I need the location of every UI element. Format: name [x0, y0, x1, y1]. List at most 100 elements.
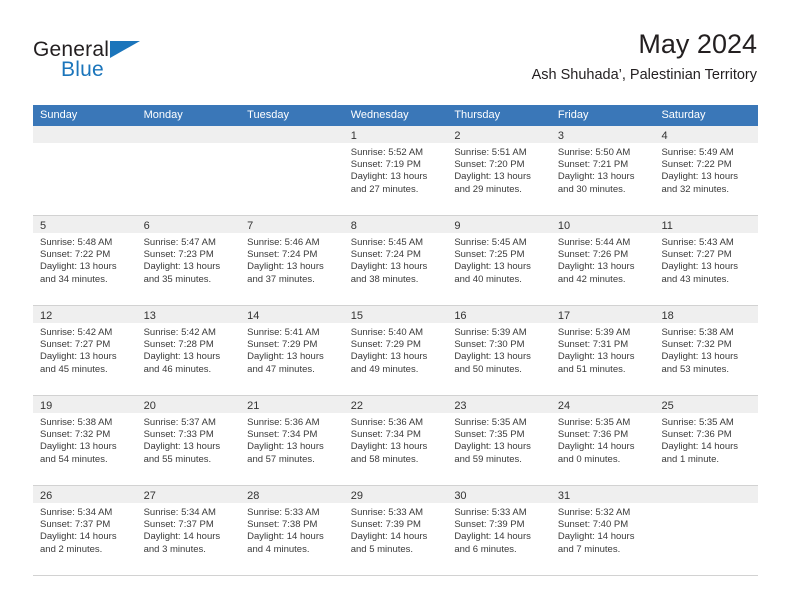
sunrise-text: Sunrise: 5:35 AM [661, 417, 734, 428]
daylight-text-line1: Daylight: 13 hours [350, 261, 428, 273]
day-details: Sunrise: 5:49 AM Sunset: 7:22 PM Daylight:… [654, 143, 758, 196]
day-cell[interactable]: 4 Sunrise: 5:49 AM Sunset: 7:22 PM Daylight… [654, 126, 759, 215]
daylight-text-line2: and 40 minutes. [454, 273, 522, 285]
sunrise-text: Sunrise: 5:44 AM [557, 237, 631, 248]
day-details: Sunrise: 5:38 AM Sunset: 7:32 PM Daylight:… [33, 413, 137, 466]
daylight-text-line2: and 42 minutes. [557, 273, 626, 285]
day-details: Sunrise: 5:36 AM Sunset: 7:34 PM Daylight:… [240, 413, 344, 466]
day-cell[interactable]: 9 Sunrise: 5:45 AM Sunset: 7:25 PM Daylight… [447, 216, 551, 305]
day-cell[interactable]: 3 Sunrise: 5:50 AM Sunset: 7:21 PM Daylight… [550, 126, 655, 215]
day-cell[interactable]: 19 Sunrise: 5:38 AM Sunset: 7:32 PM Dayligh… [33, 396, 137, 485]
sunset-text: Sunset: 7:36 PM [661, 429, 732, 441]
day-number: 11 [661, 220, 673, 232]
daylight-text-line2: and 6 minutes. [454, 543, 517, 555]
sunset-text: Sunset: 7:37 PM [40, 519, 111, 531]
day-cell[interactable]: 29 Sunrise: 5:33 AM Sunset: 7:39 PM Dayligh… [343, 486, 448, 575]
day-number-band: 28 [240, 486, 344, 503]
day-cell[interactable]: 5 Sunrise: 5:48 AM Sunset: 7:22 PM Daylight… [33, 216, 137, 305]
day-cell[interactable]: 22 Sunrise: 5:36 AM Sunset: 7:34 PM Dayligh… [343, 396, 448, 485]
day-number-band: 12 [33, 306, 137, 323]
daylight-text-line2: and 43 minutes. [661, 273, 730, 285]
day-cell[interactable]: 13 Sunrise: 5:42 AM Sunset: 7:28 PM Dayligh… [136, 306, 241, 395]
day-details: Sunrise: 5:46 AM Sunset: 7:24 PM Daylight:… [240, 233, 344, 286]
sunrise-text: Sunrise: 5:48 AM [40, 237, 113, 248]
day-cell-empty [33, 126, 137, 215]
day-cell[interactable]: 31 Sunrise: 5:32 AM Sunset: 7:40 PM Dayligh… [550, 486, 655, 575]
sunset-text: Sunset: 7:21 PM [557, 159, 629, 171]
day-cell[interactable]: 28 Sunrise: 5:33 AM Sunset: 7:38 PM Dayligh… [240, 486, 344, 575]
day-details: Sunrise: 5:33 AM Sunset: 7:38 PM Daylight:… [240, 503, 344, 556]
sunrise-text: Sunrise: 5:42 AM [40, 327, 113, 338]
day-cell[interactable]: 16 Sunrise: 5:39 AM Sunset: 7:30 PM Dayligh… [447, 306, 551, 395]
day-cell[interactable]: 23 Sunrise: 5:35 AM Sunset: 7:35 PM Dayligh… [447, 396, 551, 485]
day-cell[interactable]: 26 Sunrise: 5:34 AM Sunset: 7:37 PM Dayligh… [33, 486, 137, 575]
weekday-header-tuesday: Tuesday [247, 109, 289, 121]
sunrise-text: Sunrise: 5:39 AM [557, 327, 631, 338]
day-cell[interactable]: 1 Sunrise: 5:52 AM Sunset: 7:19 PM Daylight… [343, 126, 448, 215]
day-details: Sunrise: 5:33 AM Sunset: 7:39 PM Daylight:… [344, 503, 448, 556]
day-cell-empty [240, 126, 344, 215]
day-details: Sunrise: 5:39 AM Sunset: 7:31 PM Daylight:… [551, 323, 655, 376]
day-cell[interactable]: 7 Sunrise: 5:46 AM Sunset: 7:24 PM Daylight… [240, 216, 344, 305]
sunrise-text: Sunrise: 5:34 AM [40, 507, 113, 518]
daylight-text-line1: Daylight: 13 hours [143, 261, 221, 273]
day-cell[interactable]: 14 Sunrise: 5:41 AM Sunset: 7:29 PM Dayligh… [240, 306, 344, 395]
day-number-band: 6 [136, 216, 241, 233]
day-number: 14 [247, 310, 260, 322]
daylight-text-line2: and 47 minutes. [247, 363, 315, 375]
weekday-header-monday: Monday [143, 109, 183, 121]
day-number: 3 [557, 130, 565, 142]
weekday-header-friday: Friday [557, 109, 589, 121]
daylight-text-line1: Daylight: 13 hours [557, 351, 635, 363]
day-cell[interactable]: 25 Sunrise: 5:35 AM Sunset: 7:36 PM Dayligh… [654, 396, 759, 485]
day-number: 25 [661, 400, 674, 412]
day-number: 18 [661, 310, 674, 322]
day-number-band: 2 [447, 126, 551, 143]
calendar-week-row: 12 Sunrise: 5:42 AM Sunset: 7:27 PM Dayligh… [33, 306, 759, 396]
day-cell[interactable]: 8 Sunrise: 5:45 AM Sunset: 7:24 PM Daylight… [343, 216, 448, 305]
day-cell[interactable]: 20 Sunrise: 5:37 AM Sunset: 7:33 PM Dayligh… [136, 396, 241, 485]
daylight-text-line1: Daylight: 13 hours [40, 351, 117, 363]
day-cell[interactable]: 10 Sunrise: 5:44 AM Sunset: 7:26 PM Dayligh… [550, 216, 655, 305]
day-details: Sunrise: 5:35 AM Sunset: 7:35 PM Daylight:… [447, 413, 551, 466]
day-cell[interactable]: 11 Sunrise: 5:43 AM Sunset: 7:27 PM Dayligh… [654, 216, 759, 305]
daylight-text-line2: and 45 minutes. [40, 363, 108, 375]
day-number-band [136, 126, 241, 143]
daylight-text-line1: Daylight: 14 hours [40, 531, 117, 543]
daylight-text-line1: Daylight: 13 hours [454, 441, 531, 453]
page-header: General Blue May 2024 Ash Shuhada’, Pale… [33, 30, 757, 92]
day-cell[interactable]: 27 Sunrise: 5:34 AM Sunset: 7:37 PM Dayligh… [136, 486, 241, 575]
day-number: 19 [40, 400, 53, 412]
daylight-text-line2: and 2 minutes. [40, 543, 103, 555]
brand-logo[interactable]: General Blue [33, 38, 233, 90]
day-cell[interactable]: 18 Sunrise: 5:38 AM Sunset: 7:32 PM Dayligh… [654, 306, 759, 395]
day-number-band: 5 [33, 216, 137, 233]
day-cell[interactable]: 30 Sunrise: 5:33 AM Sunset: 7:39 PM Dayligh… [447, 486, 551, 575]
day-cell[interactable]: 21 Sunrise: 5:36 AM Sunset: 7:34 PM Dayligh… [240, 396, 344, 485]
sunrise-text: Sunrise: 5:51 AM [454, 147, 527, 158]
day-number-band: 14 [240, 306, 344, 323]
calendar-week-row: 19 Sunrise: 5:38 AM Sunset: 7:32 PM Dayligh… [33, 396, 759, 486]
sunset-text: Sunset: 7:34 PM [247, 429, 318, 441]
day-cell[interactable]: 24 Sunrise: 5:35 AM Sunset: 7:36 PM Dayligh… [550, 396, 655, 485]
daylight-text-line2: and 3 minutes. [143, 543, 206, 555]
day-number: 22 [350, 400, 363, 412]
day-details: Sunrise: 5:39 AM Sunset: 7:30 PM Daylight:… [447, 323, 551, 376]
day-cell[interactable]: 12 Sunrise: 5:42 AM Sunset: 7:27 PM Dayligh… [33, 306, 137, 395]
day-cell[interactable]: 6 Sunrise: 5:47 AM Sunset: 7:23 PM Daylight… [136, 216, 241, 305]
sunrise-text: Sunrise: 5:35 AM [454, 417, 527, 428]
daylight-text-line1: Daylight: 14 hours [557, 531, 635, 543]
sunset-text: Sunset: 7:27 PM [661, 249, 732, 261]
calendar-week-row: 26 Sunrise: 5:34 AM Sunset: 7:37 PM Dayligh… [33, 486, 759, 576]
daylight-text-line1: Daylight: 13 hours [143, 441, 221, 453]
daylight-text-line1: Daylight: 13 hours [350, 351, 428, 363]
sunrise-text: Sunrise: 5:45 AM [350, 237, 424, 248]
day-cell[interactable]: 17 Sunrise: 5:39 AM Sunset: 7:31 PM Dayligh… [550, 306, 655, 395]
day-details: Sunrise: 5:52 AM Sunset: 7:19 PM Daylight:… [344, 143, 448, 196]
daylight-text-line1: Daylight: 14 hours [661, 441, 739, 453]
day-cell[interactable]: 15 Sunrise: 5:40 AM Sunset: 7:29 PM Dayligh… [343, 306, 448, 395]
day-number: 10 [557, 220, 571, 232]
day-number: 26 [40, 490, 53, 502]
day-cell[interactable]: 2 Sunrise: 5:51 AM Sunset: 7:20 PM Daylight… [447, 126, 551, 215]
day-number-band: 25 [654, 396, 759, 413]
